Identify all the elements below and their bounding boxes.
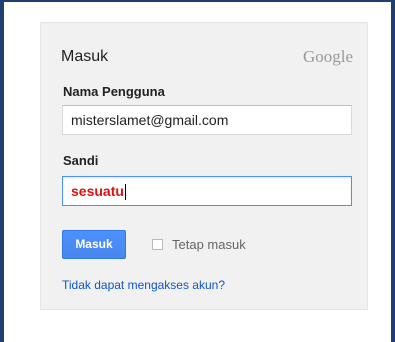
password-value: sesuatu bbox=[71, 183, 124, 199]
username-label: Nama Pengguna bbox=[63, 84, 165, 99]
username-field[interactable]: misterslamet@gmail.com bbox=[62, 105, 352, 135]
password-label: Sandi bbox=[63, 153, 99, 168]
text-caret bbox=[124, 184, 126, 201]
password-field[interactable]: sesuatu bbox=[62, 176, 352, 206]
signin-button[interactable]: Masuk bbox=[62, 230, 126, 259]
stay-signed-in-checkbox[interactable] bbox=[152, 239, 163, 250]
form-title: Masuk bbox=[61, 48, 109, 65]
stay-signed-in-label: Tetap masuk bbox=[172, 237, 246, 252]
cannot-access-account-link[interactable]: Tidak dapat mengakses akun? bbox=[62, 278, 225, 292]
stay-signed-in-option[interactable]: Tetap masuk bbox=[152, 237, 246, 252]
username-value: misterslamet@gmail.com bbox=[71, 112, 229, 128]
signin-panel: Masuk Google Nama Pengguna misterslamet@… bbox=[40, 22, 368, 310]
google-logo: Google bbox=[302, 47, 353, 66]
